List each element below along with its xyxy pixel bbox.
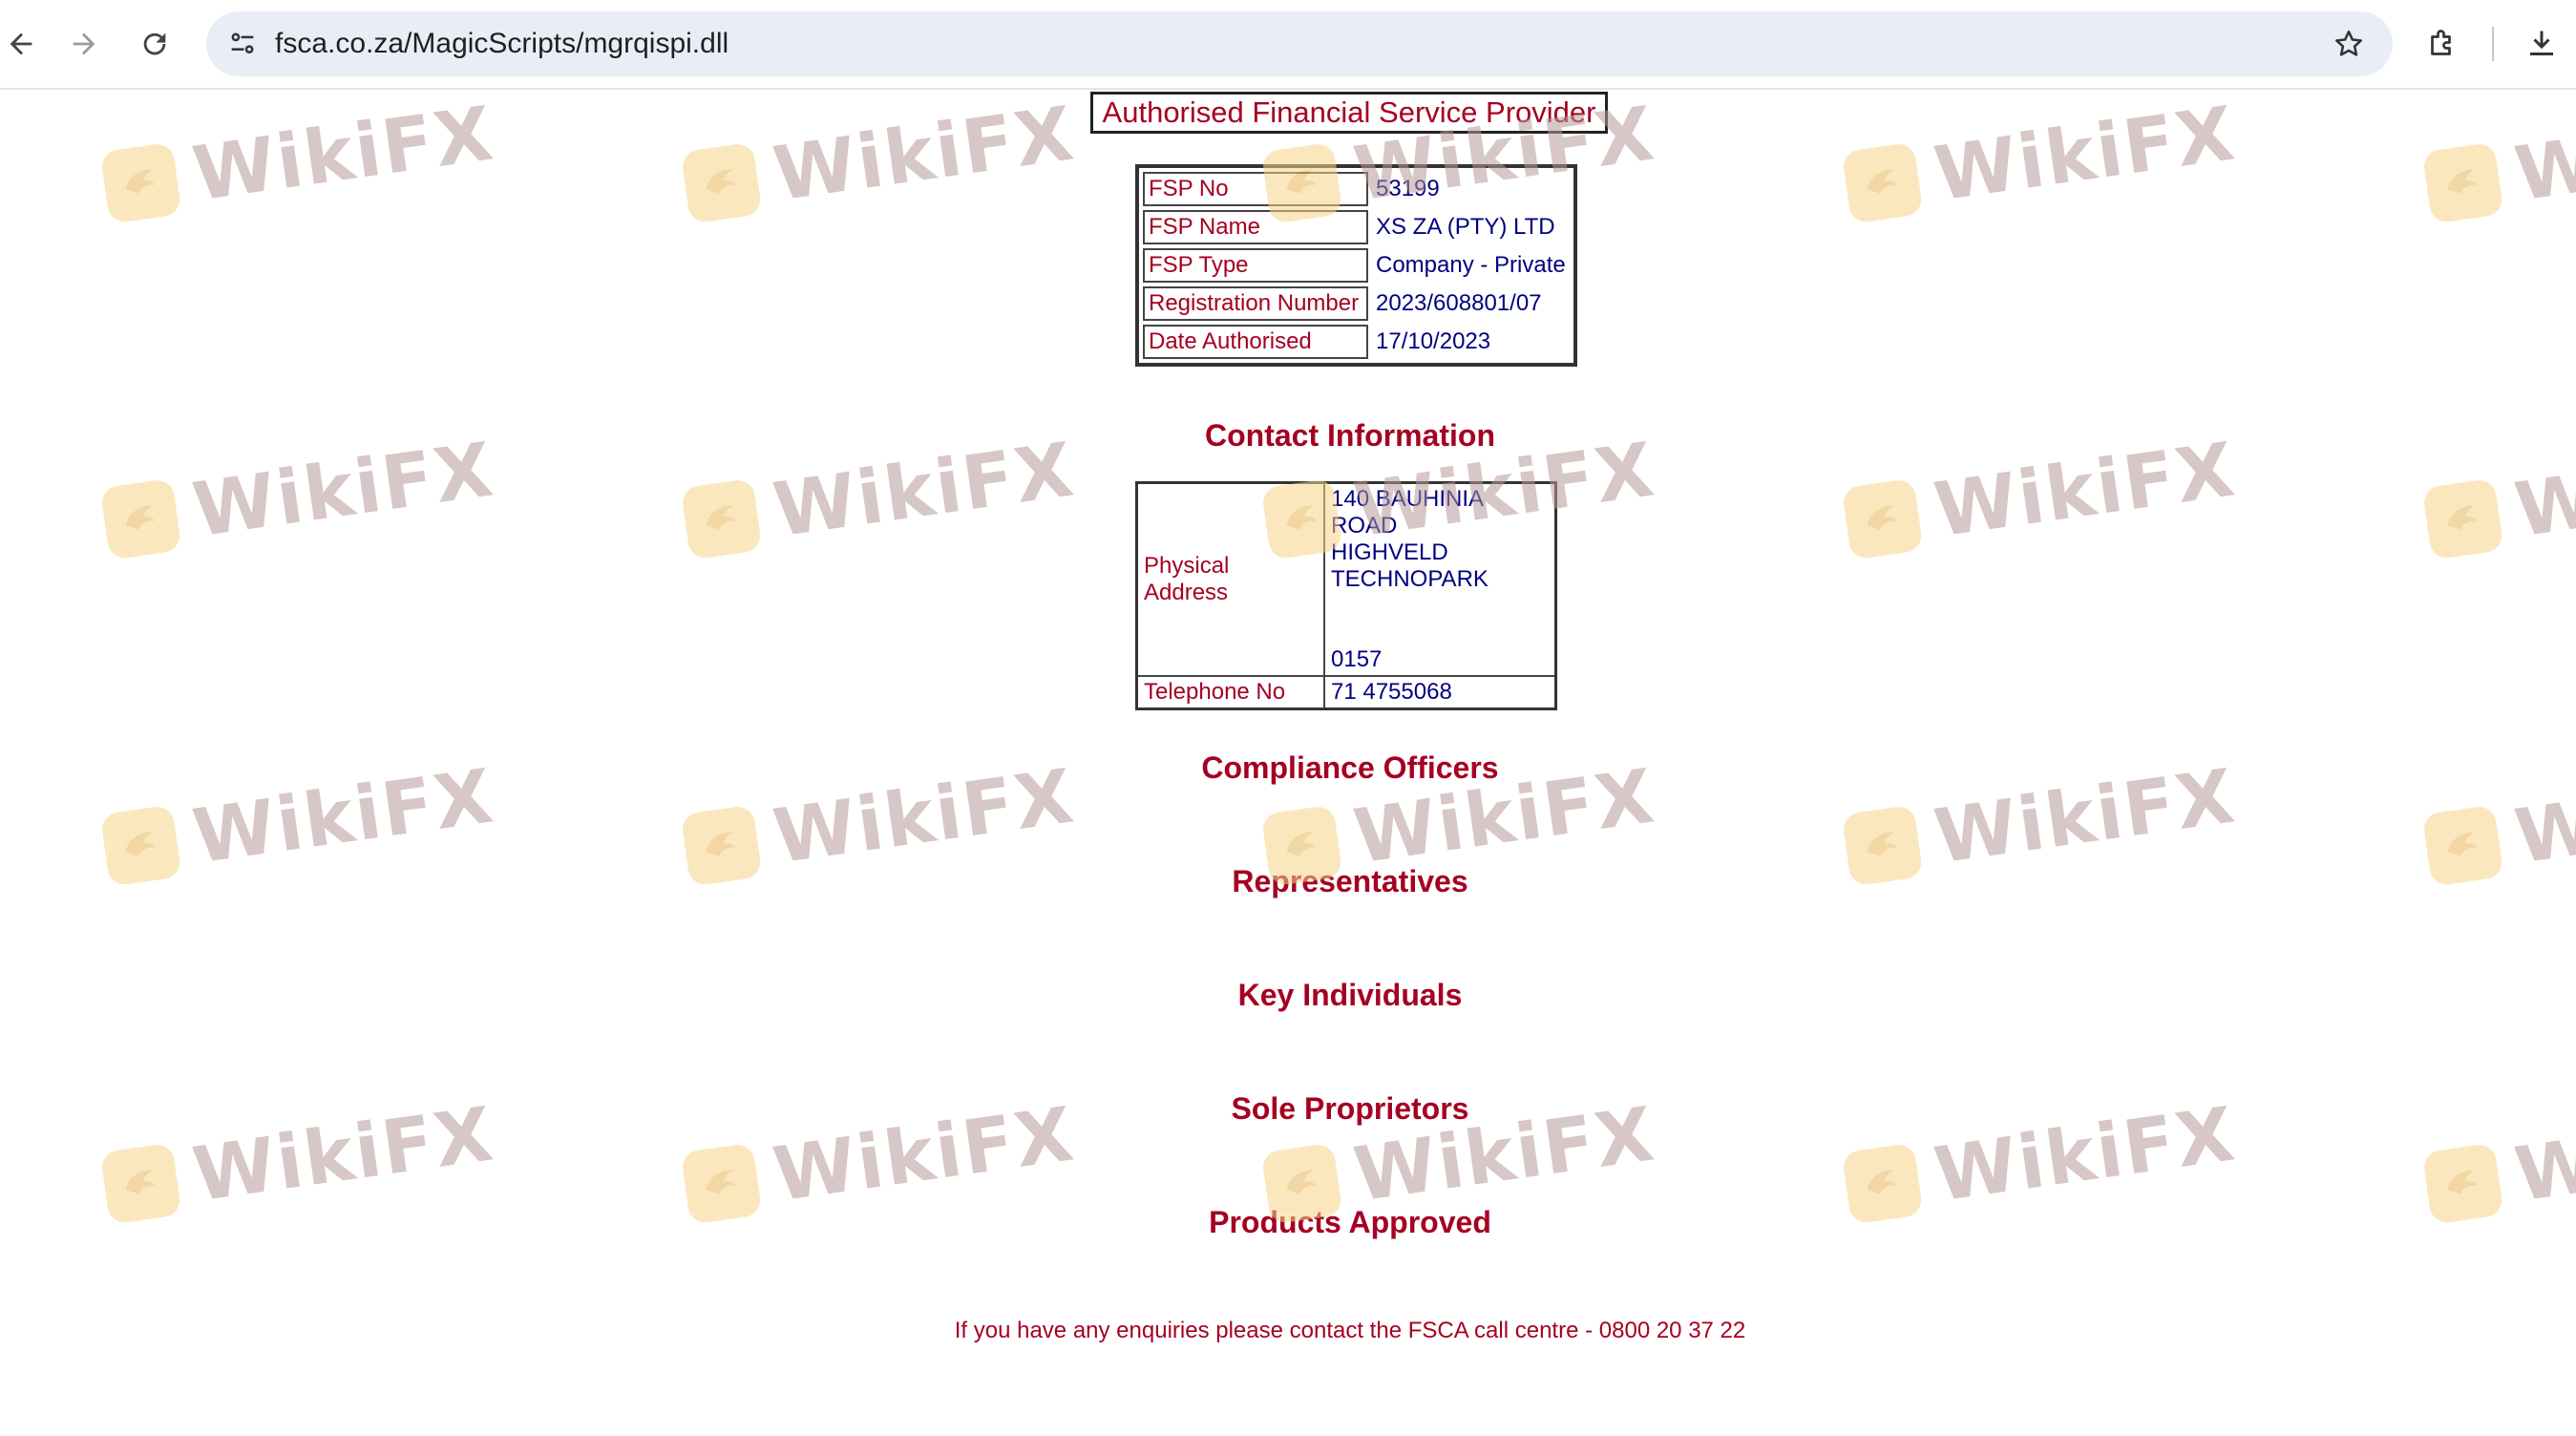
extensions-button[interactable] — [2418, 19, 2467, 69]
reload-button[interactable] — [128, 17, 181, 71]
downloads-button[interactable] — [2517, 19, 2566, 69]
table-row: Telephone No 71 4755068 — [1135, 675, 1557, 710]
browser-toolbar: fsca.co.za/MagicScripts/mgrqispi.dll — [0, 0, 2576, 90]
page-content: Authorised Financial Service Provider FS… — [0, 88, 2576, 1436]
address-line: 140 BAUHINIA ROAD — [1331, 486, 1483, 538]
site-info-icon — [231, 32, 254, 54]
fsp-details-table: FSP No 53199 FSP Name XS ZA (PTY) LTD FS… — [1135, 164, 1577, 367]
address-line — [1331, 620, 1549, 646]
registration-number-label: Registration Number — [1143, 286, 1368, 321]
table-row: FSP Type Company - Private — [1143, 248, 1570, 283]
address-line: TECHNOPARK — [1331, 566, 1489, 592]
forward-button[interactable] — [57, 17, 111, 71]
date-authorised-value: 17/10/2023 — [1376, 328, 1491, 354]
telephone-value: 71 4755068 — [1323, 675, 1557, 710]
table-row: FSP No 53199 — [1143, 172, 1570, 206]
table-row: FSP Name XS ZA (PTY) LTD — [1143, 210, 1570, 244]
download-icon — [2530, 31, 2553, 55]
footer-enquiries: If you have any enquiries please contact… — [954, 1318, 1746, 1343]
fsp-no-value: 53199 — [1376, 176, 1440, 201]
extensions-icon — [2431, 30, 2451, 55]
page-title-text: Authorised Financial Service Provider — [1102, 95, 1596, 129]
sole-proprietors-heading: Sole Proprietors — [1231, 1091, 1469, 1126]
address-line: HIGHVELD — [1331, 539, 1448, 565]
address-line — [1331, 593, 1549, 620]
products-approved-heading: Products Approved — [1209, 1205, 1491, 1239]
registration-number-value: 2023/608801/07 — [1376, 290, 1542, 316]
table-row: Physical Address 140 BAUHINIA ROAD HIGHV… — [1135, 481, 1557, 677]
fsp-name-value: XS ZA (PTY) LTD — [1376, 214, 1555, 240]
physical-address-label: Physical Address — [1135, 481, 1325, 677]
address-line: 0157 — [1331, 646, 1383, 672]
address-bar[interactable]: fsca.co.za/MagicScripts/mgrqispi.dll — [206, 11, 2393, 76]
contact-table: Physical Address 140 BAUHINIA ROAD HIGHV… — [1135, 481, 1557, 710]
contact-information-heading: Contact Information — [1205, 418, 1495, 453]
page-title: Authorised Financial Service Provider — [1090, 92, 1608, 134]
back-button[interactable] — [0, 17, 48, 71]
key-individuals-heading: Key Individuals — [1237, 978, 1463, 1012]
fsp-type-value: Company - Private — [1376, 252, 1566, 278]
telephone-label: Telephone No — [1135, 675, 1325, 710]
site-info-button[interactable] — [220, 21, 265, 67]
forward-arrow-icon — [73, 32, 95, 55]
url-text[interactable]: fsca.co.za/MagicScripts/mgrqispi.dll — [275, 27, 728, 61]
physical-address-value: 140 BAUHINIA ROAD HIGHVELD TECHNOPARK 01… — [1323, 481, 1557, 677]
fsp-name-label: FSP Name — [1143, 210, 1368, 244]
date-authorised-label: Date Authorised — [1143, 325, 1368, 359]
table-row: Registration Number 2023/608801/07 — [1143, 286, 1570, 321]
reload-icon — [143, 32, 166, 55]
fsp-no-label: FSP No — [1143, 172, 1368, 206]
back-arrow-icon — [10, 32, 32, 55]
bookmark-button[interactable] — [2328, 23, 2370, 65]
table-row: Date Authorised 17/10/2023 — [1143, 325, 1570, 359]
toolbar-divider — [2492, 27, 2494, 61]
compliance-officers-heading: Compliance Officers — [1201, 750, 1499, 785]
fsp-type-label: FSP Type — [1143, 248, 1368, 283]
star-icon — [2334, 30, 2363, 56]
representatives-heading: Representatives — [1232, 864, 1468, 898]
